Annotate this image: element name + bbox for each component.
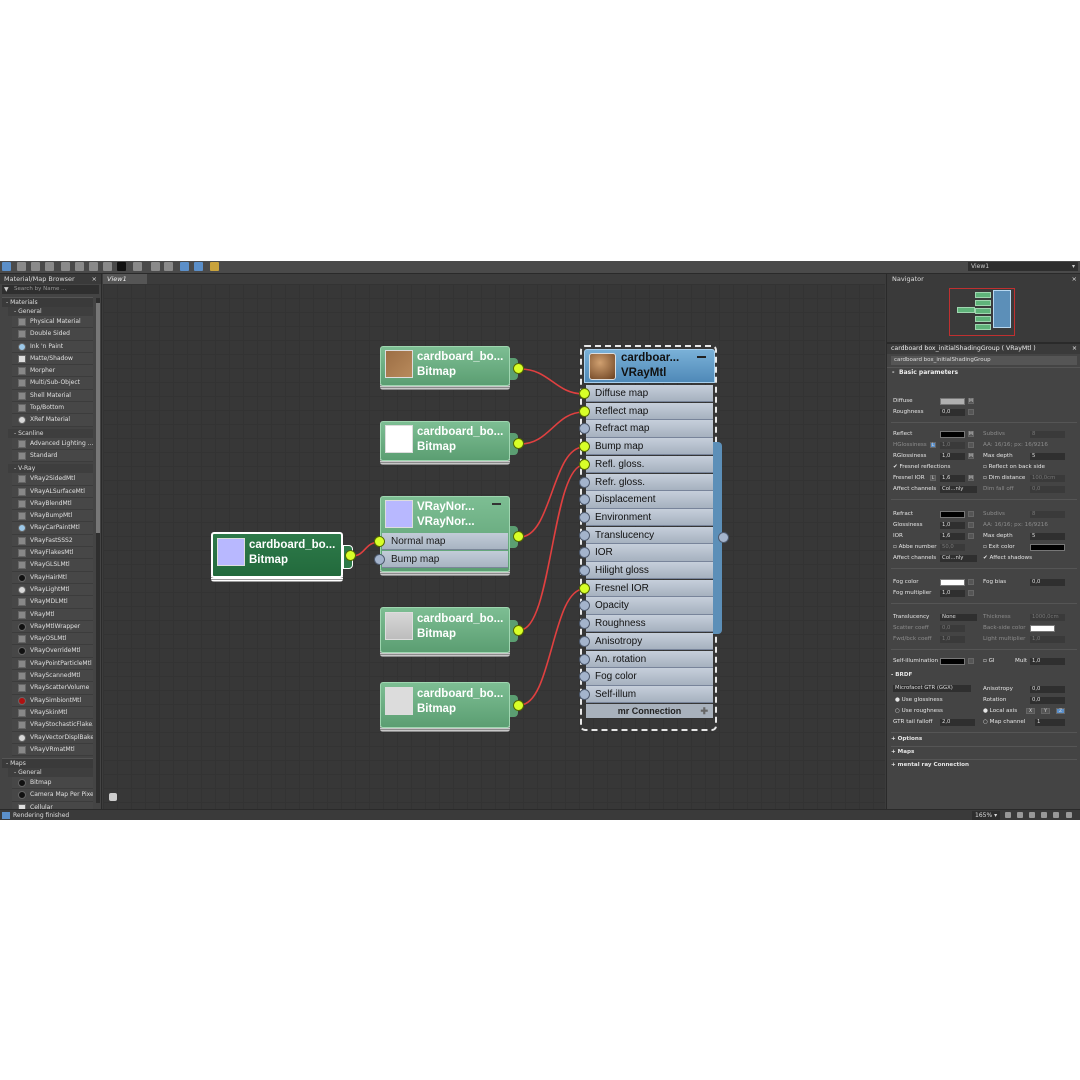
wire-bump [519,446,585,538]
input-socket[interactable] [579,653,590,665]
collapse-icon[interactable] [492,503,501,505]
output-socket[interactable] [513,700,524,711]
wire-reflect [519,411,585,445]
node-title: cardboard_bo... [417,426,504,438]
slot-an-rotation[interactable]: An. rotation [586,650,713,668]
bitmap-thumbnail [385,425,413,453]
slot-roughness[interactable]: Roughness [586,615,713,633]
node-title: cardboard_bo... [417,688,504,700]
slot-self-illum[interactable]: Self-illum [586,685,713,704]
slot-reflect-map[interactable]: Reflect map [586,402,713,421]
slot-bump-map[interactable]: Bump map [586,438,713,456]
slot-refl-gloss[interactable]: Refl. gloss. [586,455,713,474]
slot-anisotropy[interactable]: Anisotropy [586,632,713,651]
node-type: Bitmap [417,703,456,715]
slot-refr-gloss[interactable]: Refr. gloss. [586,473,713,491]
node-type: Bitmap [417,366,456,378]
slot-refract-map[interactable]: Refract map [586,420,713,438]
input-socket[interactable] [579,458,590,470]
output-socket[interactable] [513,438,524,449]
node-title: cardboar... [621,352,680,364]
wire-diffuse [519,368,585,395]
wire-fresnel-ior [519,588,585,706]
node-type: Bitmap [417,441,456,453]
output-socket[interactable] [513,363,524,374]
slot-translucency[interactable]: Translucency [586,526,713,544]
node-type: Bitmap [417,628,456,640]
output-socket[interactable] [513,625,524,636]
mr-connection-row[interactable]: mr Connection ✚ [586,704,713,718]
node-title: cardboard_bo... [417,351,504,363]
bitmap-thumbnail [385,612,413,640]
slot-opacity[interactable]: Opacity [586,597,713,615]
node-wires [351,368,585,706]
output-socket[interactable] [718,532,729,543]
node-type: Bitmap [249,554,288,566]
slot-fresnel-ior[interactable]: Fresnel IOR [586,579,713,598]
material-sphere-thumbnail [589,353,616,380]
slot-environment[interactable]: Environment [586,508,713,527]
input-socket[interactable] [374,554,385,565]
input-socket[interactable] [579,405,590,417]
slot-bump-map[interactable]: Bump map [382,551,508,568]
vraymtl-node-header[interactable]: cardboar... VRayMtl [584,349,715,383]
output-socket[interactable] [513,531,524,542]
plus-icon[interactable]: ✚ [700,704,708,718]
slot-ior[interactable]: IOR [586,544,713,562]
output-socket[interactable] [345,550,356,561]
normal-thumbnail [385,500,413,528]
node-type: VRayNor... [417,516,475,528]
slot-normal-map[interactable]: Normal map [382,533,508,550]
slot-hilight-gloss[interactable]: Hilight gloss [586,562,713,580]
node-type: VRayMtl [621,367,667,379]
bitmap-thumbnail [217,538,245,566]
slot-fog-color[interactable]: Fog color [586,668,713,686]
input-socket[interactable] [579,511,590,523]
input-socket[interactable] [579,476,590,488]
node-title: cardboard_bo... [417,613,504,625]
slot-diffuse-map[interactable]: Diffuse map [586,385,713,403]
bitmap-thumbnail [385,350,413,378]
bitmap-thumbnail [385,687,413,715]
input-socket[interactable] [579,565,590,576]
node-title: cardboard_bo... [249,539,336,551]
input-socket[interactable] [374,536,385,547]
slot-displacement[interactable]: Displacement [586,491,713,509]
input-socket[interactable] [579,529,590,541]
input-socket[interactable] [579,688,590,700]
input-socket[interactable] [579,582,590,594]
collapse-icon[interactable] [697,356,706,358]
node-title: VRayNor... [417,501,475,513]
input-socket[interactable] [579,635,590,647]
input-socket[interactable] [579,388,590,399]
